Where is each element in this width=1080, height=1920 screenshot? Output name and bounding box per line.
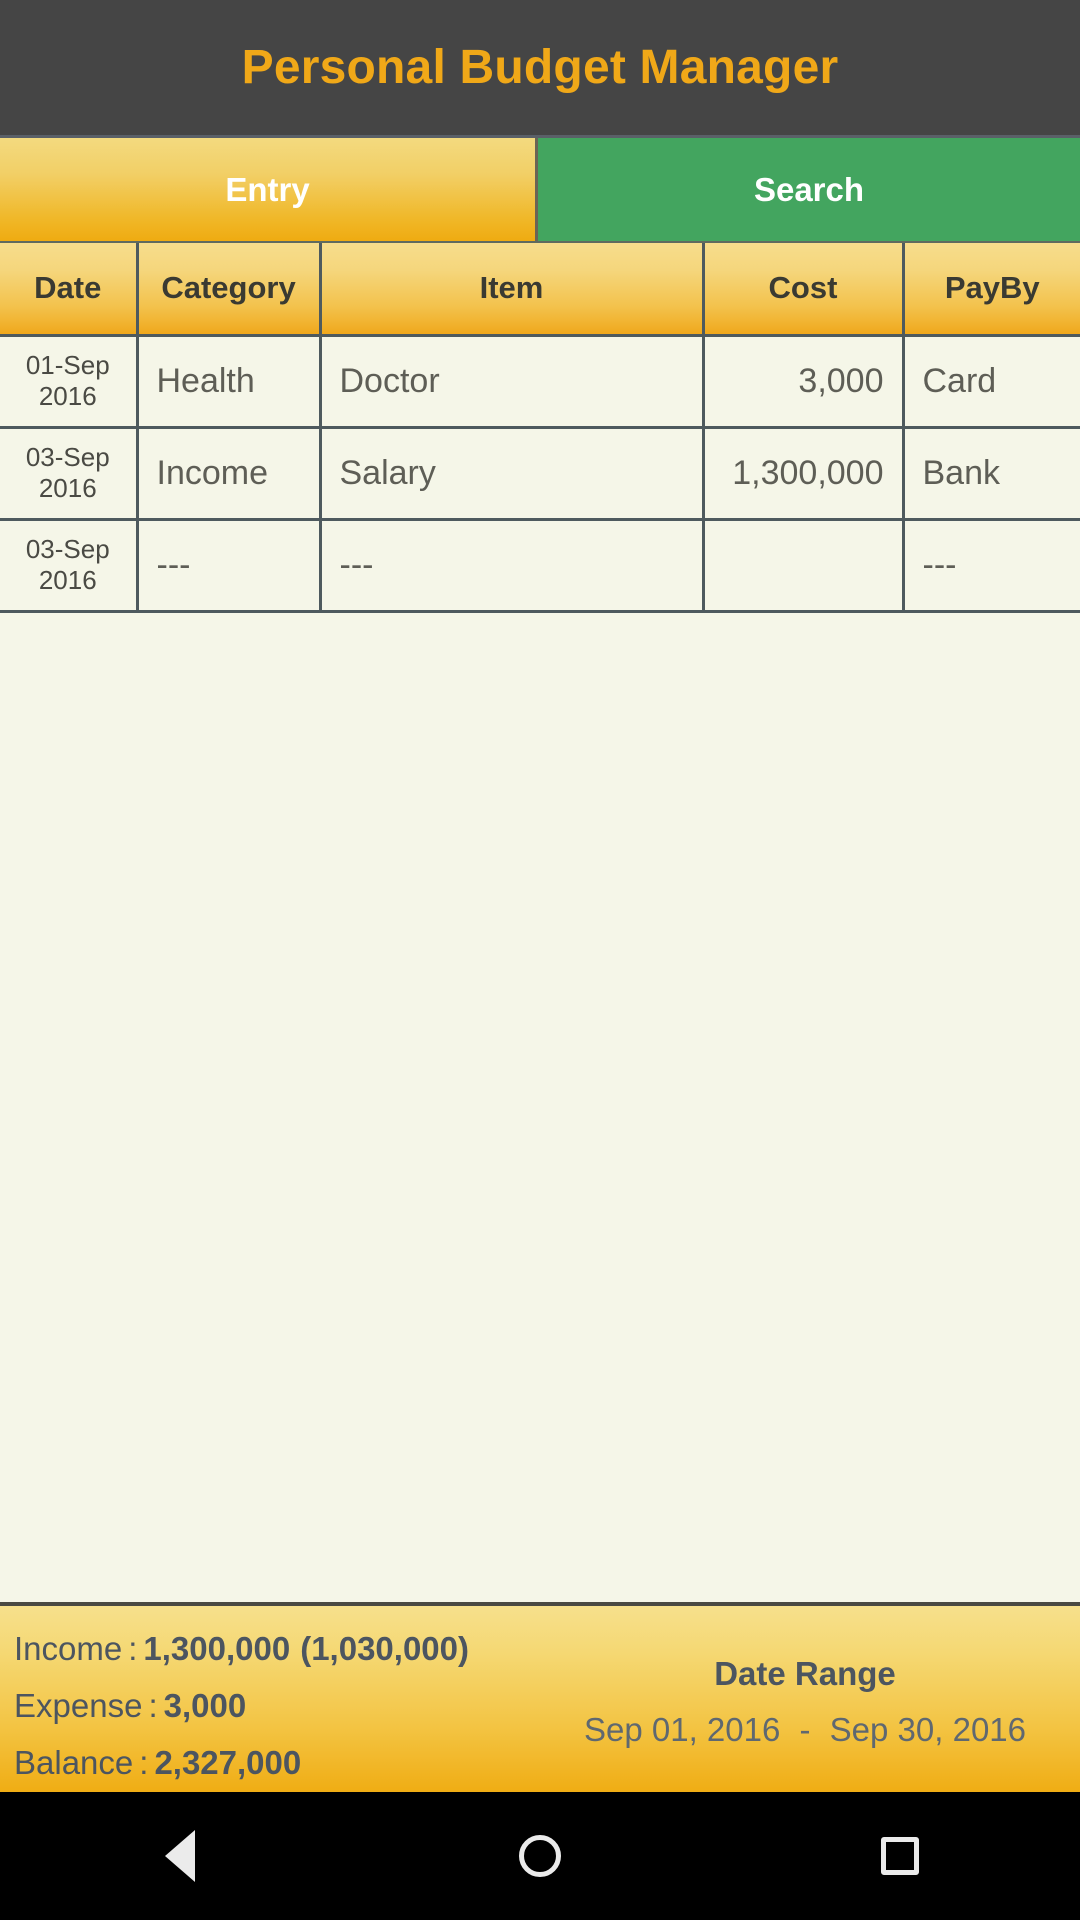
- summary-balance-colon: :: [139, 1744, 149, 1782]
- transactions-table-area[interactable]: Date Category Item Cost PayBy 01-Sep 201…: [0, 243, 1080, 1602]
- cell-cost: 3,000: [703, 335, 905, 429]
- summary-expense-label: Expense: [14, 1686, 143, 1724]
- cell-item: ---: [320, 519, 705, 613]
- summary-income-value: 1,300,000: [143, 1629, 291, 1667]
- cell-date-day: 01-Sep: [25, 349, 110, 380]
- column-header-cost[interactable]: Cost: [703, 243, 905, 337]
- table-header: Date Category Item Cost PayBy: [0, 243, 1080, 337]
- cell-date-year: 2016: [38, 381, 97, 411]
- summary-expense-colon: :: [148, 1686, 158, 1724]
- summary-income-secondary: (1,030,000): [300, 1629, 469, 1667]
- cell-date: 03-Sep 2016: [0, 427, 139, 521]
- nav-recents-button[interactable]: [810, 1792, 990, 1920]
- cell-date: 03-Sep 2016: [0, 519, 139, 613]
- date-range-value: Sep 01, 2016 - Sep 30, 2016: [584, 1711, 1026, 1749]
- summary-balance-value: 2,327,000: [154, 1744, 302, 1782]
- transactions-table: Date Category Item Cost PayBy 01-Sep 201…: [0, 243, 1080, 613]
- cell-item: Salary: [320, 427, 705, 521]
- summary-balance-label: Balance: [14, 1744, 134, 1782]
- recents-square-icon: [881, 1837, 919, 1875]
- table-row[interactable]: 03-Sep 2016 Income Salary 1,300,000 Bank: [0, 427, 1080, 521]
- cell-date: 01-Sep 2016: [0, 335, 139, 429]
- page-title: Personal Budget Manager: [241, 40, 839, 94]
- column-header-date[interactable]: Date: [0, 243, 139, 337]
- table-row[interactable]: 01-Sep 2016 Health Doctor 3,000 Card: [0, 335, 1080, 429]
- cell-date-year: 2016: [38, 473, 97, 503]
- date-range-block[interactable]: Date Range Sep 01, 2016 - Sep 30, 2016: [530, 1620, 1080, 1792]
- summary-balance-row: Balance : 2,327,000: [14, 1744, 530, 1782]
- cell-payby: Bank: [903, 427, 1080, 521]
- nav-back-button[interactable]: [90, 1792, 270, 1920]
- table-body: 01-Sep 2016 Health Doctor 3,000 Card 03-…: [0, 335, 1080, 613]
- app-root: Personal Budget Manager Entry Search Dat…: [0, 0, 1080, 1920]
- tab-search[interactable]: Search: [538, 138, 1080, 241]
- tab-bar: Entry Search: [0, 138, 1080, 243]
- android-nav-bar: [0, 1792, 1080, 1920]
- cell-date-day: 03-Sep: [25, 533, 110, 564]
- column-header-category[interactable]: Category: [137, 243, 322, 337]
- app-title-bar: Personal Budget Manager: [0, 0, 1080, 138]
- cell-cost: [703, 519, 905, 613]
- cell-category: ---: [137, 519, 322, 613]
- summary-expense-value: 3,000: [163, 1686, 247, 1724]
- summary-income-row: Income : 1,300,000 (1,030,000): [14, 1630, 530, 1668]
- date-range-end: Sep 30, 2016: [829, 1711, 1027, 1748]
- date-range-start: Sep 01, 2016: [583, 1711, 781, 1748]
- summary-income-label: Income: [14, 1629, 123, 1667]
- column-header-item[interactable]: Item: [320, 243, 705, 337]
- date-range-title: Date Range: [714, 1655, 896, 1692]
- column-header-payby[interactable]: PayBy: [903, 243, 1080, 337]
- summary-expense-row: Expense : 3,000: [14, 1687, 530, 1725]
- tab-entry[interactable]: Entry: [0, 138, 538, 241]
- cell-date-year: 2016: [38, 565, 97, 595]
- summary-totals: Income : 1,300,000 (1,030,000) Expense :…: [0, 1620, 530, 1792]
- cell-item: Doctor: [320, 335, 705, 429]
- back-triangle-icon: [165, 1830, 195, 1882]
- cell-cost: 1,300,000: [703, 427, 905, 521]
- cell-payby: ---: [903, 519, 1080, 613]
- tab-entry-label: Entry: [225, 170, 310, 208]
- table-row[interactable]: 03-Sep 2016 --- --- ---: [0, 519, 1080, 613]
- home-circle-icon: [519, 1835, 561, 1877]
- summary-footer: Income : 1,300,000 (1,030,000) Expense :…: [0, 1602, 1080, 1792]
- summary-income-colon: :: [128, 1629, 138, 1667]
- tab-search-label: Search: [753, 170, 865, 208]
- cell-category: Health: [137, 335, 322, 429]
- nav-home-button[interactable]: [450, 1792, 630, 1920]
- cell-category: Income: [137, 427, 322, 521]
- date-range-separator: -: [799, 1711, 811, 1748]
- cell-date-day: 03-Sep: [25, 441, 110, 472]
- table-header-row: Date Category Item Cost PayBy: [0, 243, 1080, 337]
- cell-payby: Card: [903, 335, 1080, 429]
